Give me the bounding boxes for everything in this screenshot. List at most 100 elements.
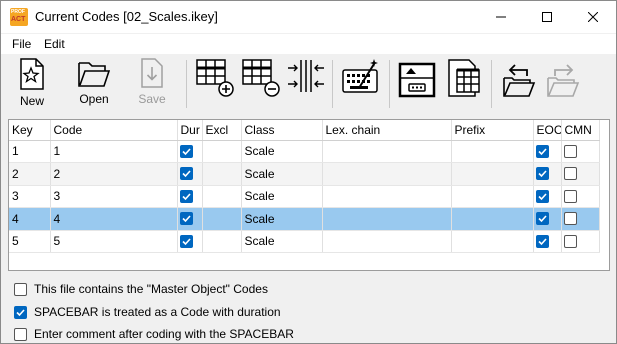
cell-excl[interactable] [202,162,242,186]
dur-checkbox[interactable] [179,167,193,181]
cell-class[interactable]: Scale [241,230,323,253]
cell-cmn[interactable] [561,230,600,253]
menu-edit[interactable]: Edit [44,37,65,51]
cell-cmn[interactable] [561,140,600,163]
cell-code[interactable]: 5 [50,230,178,253]
cell-lex-chain[interactable] [322,207,452,231]
cell-class[interactable]: Scale [241,185,323,208]
maximize-button[interactable] [524,1,570,33]
master-object-checkbox[interactable] [14,282,27,296]
cmn-checkbox[interactable] [563,212,577,226]
close-button[interactable] [570,1,616,33]
cell-excl[interactable] [202,230,242,253]
cell-cmn[interactable] [561,207,600,231]
cell-eoc[interactable] [533,140,562,163]
eoc-checkbox[interactable] [535,212,549,226]
cell-key[interactable]: 1 [9,140,51,163]
cmn-checkbox[interactable] [563,234,577,248]
title-bar[interactable]: PROF ACT Current Codes [02_Scales.ikey] [1,1,616,33]
cmn-checkbox[interactable] [563,189,577,203]
column-header-lex-chain[interactable]: Lex. chain [322,120,452,141]
spacebar-duration-checkbox[interactable] [14,305,27,319]
table-row[interactable]: 2 2 Scale [9,162,600,186]
cell-lex-chain[interactable] [322,162,452,186]
cell-prefix[interactable] [451,230,534,253]
cell-code[interactable]: 2 [50,162,178,186]
dur-checkbox[interactable] [179,212,193,226]
cell-lex-chain[interactable] [322,230,452,253]
add-column-button[interactable] [195,58,235,112]
table-row[interactable]: 1 1 Scale [9,140,600,163]
cmn-checkbox[interactable] [563,167,577,181]
cell-excl[interactable] [202,140,242,163]
cell-lex-chain[interactable] [322,140,452,163]
dur-checkbox[interactable] [179,189,193,203]
cell-code[interactable]: 4 [50,207,178,231]
minimize-button[interactable] [478,1,524,33]
column-header-key[interactable]: Key [9,120,51,141]
eoc-checkbox[interactable] [535,144,549,158]
remove-column-button[interactable] [241,58,281,112]
menu-file[interactable]: File [12,37,31,51]
table-row[interactable]: 3 3 Scale [9,185,600,208]
cell-dur[interactable] [177,140,203,163]
cell-eoc[interactable] [533,207,562,231]
spacebar-duration-option[interactable]: SPACEBAR is treated as a Code with durat… [14,304,281,320]
comment-after-coding-checkbox[interactable] [14,327,27,341]
column-header-code[interactable]: Code [50,120,178,141]
column-header-cmn[interactable]: CMN [561,120,600,141]
cell-class[interactable]: Scale [241,140,323,163]
column-header-eoc[interactable]: EOC [533,120,562,141]
eoc-checkbox[interactable] [535,167,549,181]
cell-dur[interactable] [177,207,203,231]
column-header-prefix[interactable]: Prefix [451,120,534,141]
cell-class[interactable]: Scale [241,162,323,186]
cell-dur[interactable] [177,162,203,186]
column-width-button[interactable] [286,58,326,112]
cell-prefix[interactable] [451,185,534,208]
cell-code[interactable]: 1 [50,140,178,163]
master-object-option[interactable]: This file contains the "Master Object" C… [14,281,268,297]
save-button[interactable]: Save [135,58,169,112]
table-row[interactable]: 5 5 Scale [9,230,600,253]
cell-excl[interactable] [202,207,242,231]
table-row[interactable]: 4 4 Scale [9,207,600,231]
eoc-checkbox[interactable] [535,234,549,248]
cell-eoc[interactable] [533,230,562,253]
cell-eoc[interactable] [533,185,562,208]
cell-lex-chain[interactable] [322,185,452,208]
cell-prefix[interactable] [451,162,534,186]
cell-cmn[interactable] [561,185,600,208]
dur-checkbox[interactable] [179,234,193,248]
cell-key[interactable]: 5 [9,230,51,253]
redo-button[interactable] [543,58,583,112]
eoc-checkbox[interactable] [535,189,549,203]
codes-table-container[interactable]: Key Code Dur Excl Class Lex. chain Prefi… [8,119,610,271]
cell-code[interactable]: 3 [50,185,178,208]
column-header-class[interactable]: Class [241,120,323,141]
cell-key[interactable]: 3 [9,185,51,208]
comment-after-coding-option[interactable]: Enter comment after coding with the SPAC… [14,326,294,342]
cell-cmn[interactable] [561,162,600,186]
cell-key[interactable]: 4 [9,207,51,231]
cell-key[interactable]: 2 [9,162,51,186]
column-header-excl[interactable]: Excl [202,120,242,141]
spreadsheet-import-button[interactable] [443,58,483,112]
window-title: Current Codes [02_Scales.ikey] [35,9,218,24]
dur-checkbox[interactable] [179,144,193,158]
cell-excl[interactable] [202,185,242,208]
minimize-icon [496,16,506,18]
column-header-dur[interactable]: Dur [177,120,203,141]
open-button[interactable]: Open [74,58,114,112]
cell-prefix[interactable] [451,140,534,163]
undo-button[interactable] [499,58,539,112]
keyboard-wand-button[interactable] [341,58,381,112]
cell-dur[interactable] [177,185,203,208]
cmn-checkbox[interactable] [563,144,577,158]
cell-class[interactable]: Scale [241,207,323,231]
cell-dur[interactable] [177,230,203,253]
cell-eoc[interactable] [533,162,562,186]
export-archive-button[interactable] [397,58,437,112]
cell-prefix[interactable] [451,207,534,231]
new-button[interactable]: New [14,58,50,112]
